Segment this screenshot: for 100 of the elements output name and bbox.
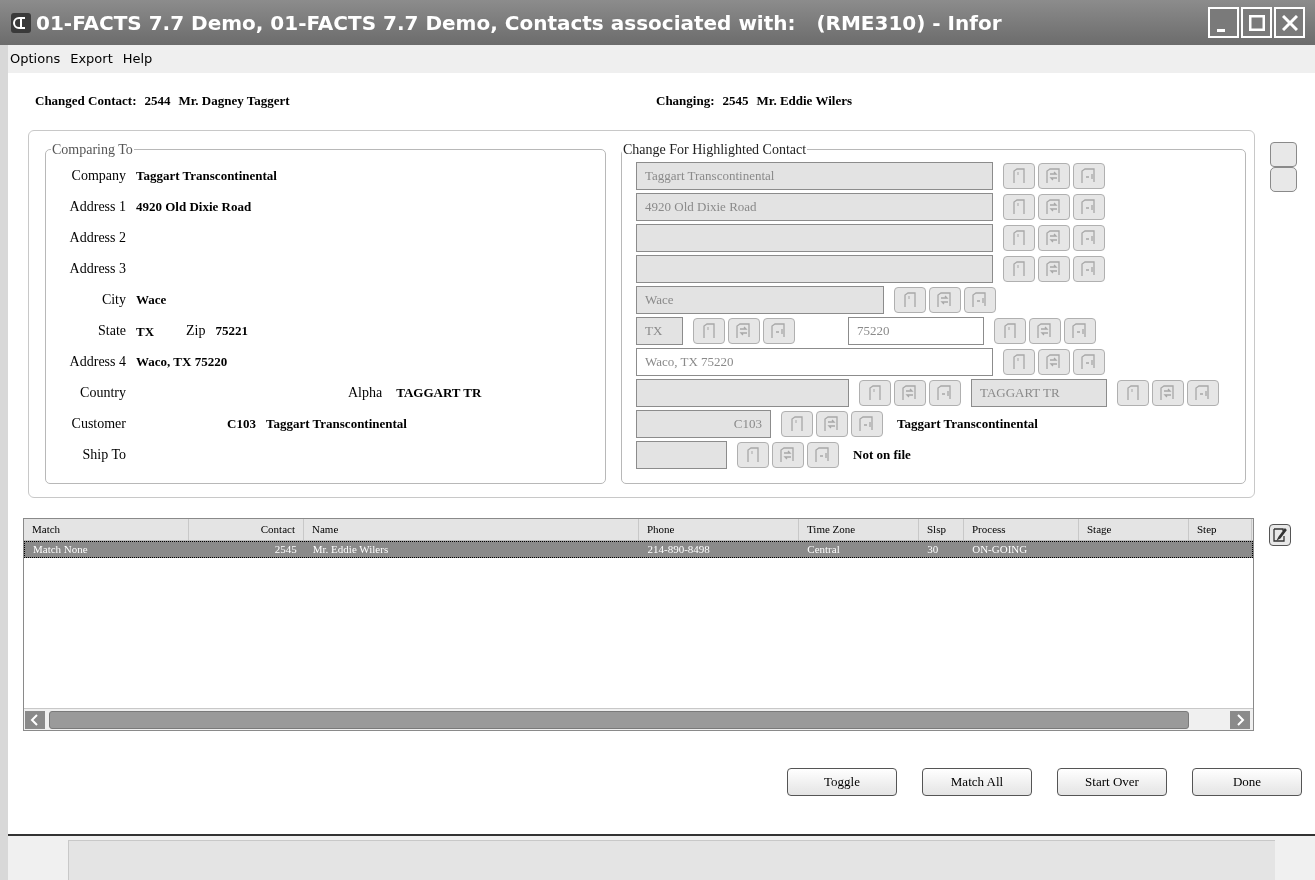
field-label: Country: [79, 384, 127, 402]
action-button[interactable]: Start Over: [1057, 768, 1167, 796]
edit-button[interactable]: [1269, 524, 1291, 546]
menu-item[interactable]: Export: [70, 49, 113, 69]
scroll-left-icon[interactable]: [24, 709, 46, 730]
swap-icon: [1045, 198, 1063, 215]
field-value: Waco, TX 75220: [136, 352, 228, 371]
table-cell-text: 2545: [274, 542, 297, 558]
field-button[interactable]: [728, 317, 760, 344]
column-header[interactable]: Contact: [189, 519, 304, 540]
action-button[interactable]: Done: [1192, 768, 1302, 796]
bracket-icon: [936, 384, 954, 401]
column-header[interactable]: Name: [304, 519, 639, 540]
field-button[interactable]: [1003, 162, 1035, 189]
column-header[interactable]: Process: [964, 519, 1079, 540]
field-value: TX: [136, 323, 155, 339]
field-button[interactable]: [1003, 255, 1035, 282]
field-button[interactable]: [1003, 193, 1035, 220]
field-button[interactable]: [1038, 224, 1070, 251]
field-label: Alpha: [348, 384, 383, 402]
field-button[interactable]: [1003, 348, 1035, 375]
field-button[interactable]: [772, 441, 804, 468]
maximize-button[interactable]: [1241, 7, 1272, 38]
swap-icon: [1036, 322, 1054, 339]
contact-name: Mr. Eddie Wilers: [756, 91, 852, 110]
swap-icon: [1045, 353, 1063, 370]
bracket-icon: [814, 446, 832, 463]
document-icon: [702, 322, 716, 339]
field-button[interactable]: [1073, 193, 1105, 220]
field-button[interactable]: [851, 410, 883, 437]
field-button[interactable]: [1064, 317, 1096, 344]
field-button[interactable]: [894, 379, 926, 406]
field-button[interactable]: [1073, 255, 1105, 282]
field-button[interactable]: [1038, 193, 1070, 220]
field-button[interactable]: [1073, 162, 1105, 189]
field-button[interactable]: [1073, 348, 1105, 375]
field-value: Wace: [136, 290, 167, 309]
field-button[interactable]: [1152, 379, 1184, 406]
contact-number: 2544: [144, 91, 171, 110]
field-label: Zip: [186, 322, 206, 340]
bracket-icon: [1080, 260, 1098, 277]
field-button[interactable]: [781, 410, 813, 437]
minimize-button[interactable]: [1208, 7, 1239, 38]
side-button[interactable]: [1270, 142, 1297, 167]
field-button[interactable]: [929, 286, 961, 313]
action-button[interactable]: Match All: [922, 768, 1032, 796]
field-label: Address 4: [68, 353, 127, 371]
field-button[interactable]: [894, 286, 926, 313]
column-header[interactable]: Stage: [1079, 519, 1189, 540]
bracket-icon: [971, 291, 989, 308]
horizontal-scrollbar[interactable]: [24, 708, 1253, 730]
field-button[interactable]: [1073, 224, 1105, 251]
field-button[interactable]: [693, 317, 725, 344]
field-button[interactable]: [1038, 255, 1070, 282]
swap-icon: [779, 446, 797, 463]
column-header[interactable]: Phone: [639, 519, 799, 540]
swap-icon: [1045, 229, 1063, 246]
swap-icon: [1159, 384, 1177, 401]
field-button[interactable]: [807, 441, 839, 468]
field-label: Company: [70, 167, 127, 185]
table-cell-text: Central: [807, 542, 840, 558]
field-button[interactable]: [1029, 317, 1061, 344]
bracket-icon: [1080, 353, 1098, 370]
scroll-right-icon[interactable]: [1229, 709, 1251, 730]
close-icon: [1281, 14, 1298, 31]
field-button[interactable]: [763, 317, 795, 344]
column-header[interactable]: Slsp: [919, 519, 964, 540]
field-button[interactable]: [1038, 348, 1070, 375]
edit-icon: [1272, 527, 1288, 543]
field-button[interactable]: [1187, 379, 1219, 406]
field-button[interactable]: [994, 317, 1026, 344]
field-label: State: [97, 322, 127, 340]
scroll-thumb[interactable]: [49, 710, 1189, 729]
field-button[interactable]: [859, 379, 891, 406]
field-button[interactable]: [816, 410, 848, 437]
document-icon: [1012, 353, 1026, 370]
menu-item[interactable]: Options: [10, 49, 61, 69]
field-button[interactable]: [1038, 162, 1070, 189]
field-value: Taggart Transcontinental: [266, 414, 407, 433]
column-header[interactable]: Step: [1189, 519, 1252, 540]
field-button[interactable]: [737, 441, 769, 468]
document-icon: [1126, 384, 1140, 401]
field-button[interactable]: [1003, 224, 1035, 251]
column-header[interactable]: Match: [24, 519, 189, 540]
close-button[interactable]: [1274, 7, 1305, 38]
field-button[interactable]: [929, 379, 961, 406]
bracket-icon: [770, 322, 788, 339]
document-icon: [1012, 167, 1026, 184]
swap-icon: [735, 322, 753, 339]
field-button[interactable]: [1117, 379, 1149, 406]
column-header[interactable]: Time Zone: [799, 519, 919, 540]
swap-icon: [936, 291, 954, 308]
side-button[interactable]: [1270, 167, 1297, 192]
field-button[interactable]: [964, 286, 996, 313]
menu-item[interactable]: Help: [122, 49, 153, 69]
field-label: Address 3: [68, 260, 127, 278]
action-button[interactable]: Toggle: [787, 768, 897, 796]
bracket-icon: [1194, 384, 1212, 401]
text-field[interactable]: Waco, TX 75220: [636, 347, 993, 376]
field-label: Address 2: [68, 229, 127, 247]
